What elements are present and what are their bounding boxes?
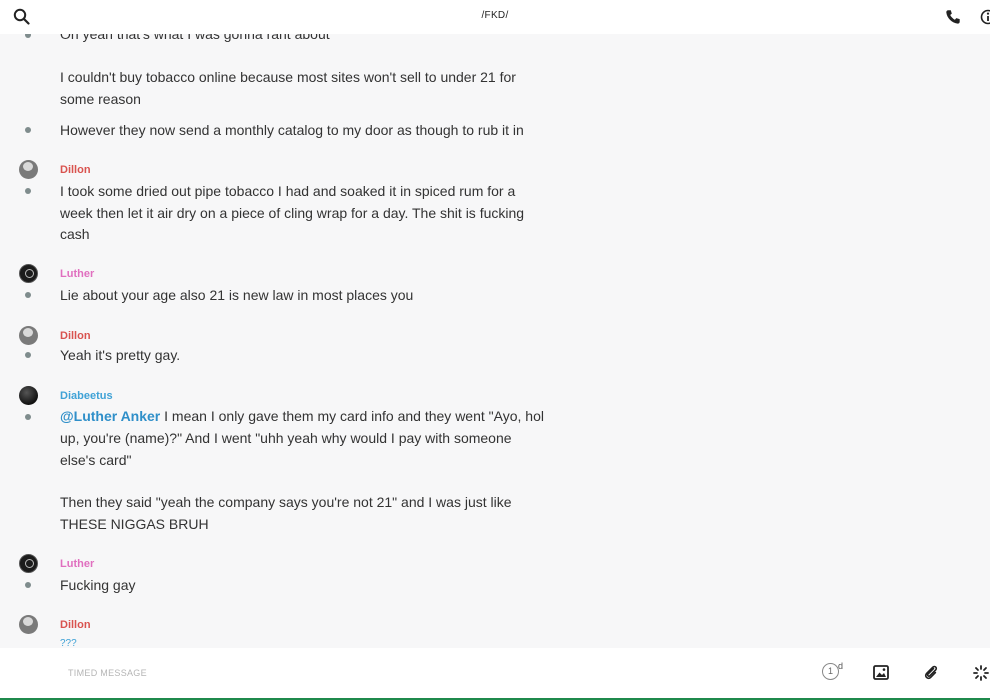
- avatar[interactable]: [19, 160, 38, 179]
- message-dot: [25, 34, 31, 38]
- message-text: ???: [60, 638, 77, 648]
- message-feed[interactable]: Oh yeah that's what I was gonna rant abo…: [0, 34, 990, 648]
- avatar[interactable]: [19, 554, 38, 573]
- message-text: Fucking gay: [60, 577, 136, 593]
- avatar[interactable]: [19, 326, 38, 345]
- message-text: However they now send a monthly catalog …: [60, 122, 524, 138]
- avatar[interactable]: [19, 386, 38, 405]
- message-text: I took some dried out pipe tobacco I had…: [60, 183, 516, 199]
- message-text: THESE NIGGAS BRUH: [60, 516, 209, 532]
- message-dot: [25, 582, 31, 588]
- top-bar: /FKD/: [0, 0, 990, 34]
- message-text: I couldn't buy tobacco online because mo…: [60, 69, 516, 85]
- author-name[interactable]: Luther: [60, 558, 94, 570]
- loading-icon[interactable]: [973, 665, 989, 681]
- message-text: @Luther Anker I mean I only gave them my…: [60, 408, 560, 424]
- message-text: up, you're (name)?" And I went "uhh yeah…: [60, 430, 512, 446]
- timer-icon[interactable]: 1: [822, 663, 839, 680]
- message-text: Lie about your age also 21 is new law in…: [60, 287, 414, 303]
- composer-bar: TIMED MESSAGE 1 d: [0, 648, 990, 698]
- author-name[interactable]: Dillon: [60, 164, 91, 176]
- message-text: cash: [60, 226, 90, 242]
- paperclip-icon[interactable]: [923, 664, 939, 681]
- message-dot: [25, 127, 31, 133]
- author-name[interactable]: Diabeetus: [60, 390, 113, 402]
- message-dot: [25, 188, 31, 194]
- message-text: week then let it air dry on a piece of c…: [60, 205, 525, 221]
- message-text-rest: I mean I only gave them my card info and…: [160, 408, 544, 424]
- message-dot: [25, 292, 31, 298]
- info-icon[interactable]: [980, 9, 990, 25]
- author-name[interactable]: Dillon: [60, 619, 91, 631]
- message-text: Then they said "yeah the company says yo…: [60, 494, 512, 510]
- phone-icon[interactable]: [945, 9, 961, 25]
- chat-title: /FKD/: [481, 10, 509, 21]
- image-icon[interactable]: [873, 665, 889, 680]
- message-text: Oh yeah that's what I was gonna rant abo…: [60, 34, 330, 42]
- message-dot: [25, 414, 31, 420]
- avatar[interactable]: [19, 264, 38, 283]
- user-mention[interactable]: @Luther Anker: [60, 408, 160, 424]
- message-input[interactable]: TIMED MESSAGE: [68, 668, 147, 678]
- message-text: else's card": [60, 452, 132, 468]
- message-text: some reason: [60, 91, 141, 107]
- author-name[interactable]: Luther: [60, 268, 94, 280]
- timer-unit: d: [838, 661, 844, 671]
- message-dot: [25, 352, 31, 358]
- avatar[interactable]: [19, 615, 38, 634]
- author-name[interactable]: Dillon: [60, 330, 91, 342]
- message-text: Yeah it's pretty gay.: [60, 347, 181, 363]
